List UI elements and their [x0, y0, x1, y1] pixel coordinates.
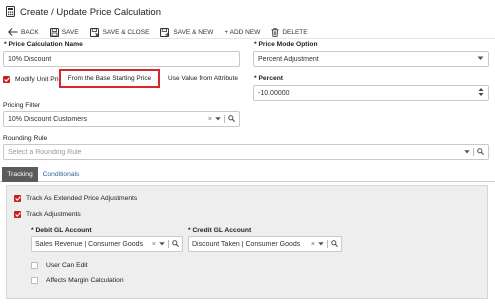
save-label: SAVE — [61, 28, 79, 36]
save-close-label: SAVE & CLOSE — [102, 28, 150, 36]
save-new-label: SAVE & NEW — [173, 28, 214, 36]
credit-gl-select[interactable]: Discount Taken | Consumer Goods × — [188, 236, 342, 252]
toolbar: BACK SAVE SAVE & CLOSE SAVE & NEW + ADD … — [8, 26, 319, 38]
search-icon[interactable] — [477, 147, 484, 157]
tab-conditionals[interactable]: Conditionals — [41, 167, 81, 182]
delete-label: DELETE — [282, 28, 308, 36]
chevron-down-icon[interactable] — [159, 241, 165, 248]
chevron-down-icon[interactable] — [477, 56, 484, 63]
price-calc-name-value: 10% Discount — [8, 55, 52, 63]
pricing-filter-select[interactable]: 10% Discount Customers × — [3, 111, 240, 127]
save-new-icon — [160, 27, 170, 37]
track-adjustments-label: Track Adjustments — [26, 211, 81, 218]
price-mode-select[interactable]: Percent Adjustment — [253, 51, 489, 67]
tab-bar: Tracking Conditionals — [0, 167, 495, 182]
modify-unit-price-checkbox-row[interactable]: Modify Unit Price — [3, 74, 66, 84]
price-mode-label: * Price Mode Option — [254, 41, 318, 48]
affects-margin-checkbox[interactable] — [31, 277, 38, 284]
clear-icon[interactable]: × — [208, 116, 212, 123]
delete-button[interactable]: DELETE — [271, 27, 308, 37]
add-new-button[interactable]: + ADD NEW — [224, 29, 260, 36]
price-mode-value: Percent Adjustment — [258, 55, 319, 63]
search-icon[interactable] — [228, 114, 235, 124]
track-adjustments-row[interactable]: Track Adjustments — [14, 211, 81, 218]
rounding-rule-placeholder: Select a Rounding Rule — [8, 148, 82, 156]
use-attribute-label: Use Value from Attribute — [168, 75, 238, 82]
chevron-down-icon[interactable] — [464, 149, 470, 156]
pricing-filter-label: Pricing Filter — [3, 102, 41, 109]
tab-tracking[interactable]: Tracking — [2, 167, 38, 182]
use-attribute-option[interactable]: Use Value from Attribute — [168, 75, 238, 82]
divider — [224, 115, 225, 123]
percent-label: * Percent — [254, 75, 284, 82]
track-adjustments-checkbox[interactable] — [14, 211, 21, 218]
percent-input[interactable]: -10.00000 — [253, 85, 489, 101]
calculator-icon — [6, 5, 15, 19]
toolbar-divider — [0, 38, 495, 39]
track-ext-price-label: Track As Extended Price Adjustments — [26, 195, 138, 202]
user-can-edit-row[interactable]: User Can Edit — [31, 262, 88, 269]
percent-value: -10.00000 — [258, 89, 290, 97]
track-ext-price-row[interactable]: Track As Extended Price Adjustments — [14, 195, 137, 202]
search-icon[interactable] — [172, 239, 179, 249]
divider — [473, 148, 474, 156]
search-icon[interactable] — [331, 239, 338, 249]
stepper-icon[interactable] — [478, 87, 484, 99]
back-label: BACK — [21, 28, 39, 36]
rounding-rule-select[interactable]: Select a Rounding Rule — [3, 144, 489, 160]
save-close-button[interactable]: SAVE & CLOSE — [89, 27, 150, 37]
divider — [168, 240, 169, 248]
from-base-price-option[interactable]: From the Base Starting Price — [59, 69, 160, 88]
save-new-button[interactable]: SAVE & NEW — [160, 27, 214, 37]
tracking-panel: Track As Extended Price Adjustments Trac… — [6, 185, 488, 299]
page-title: Create / Update Price Calculation — [20, 6, 161, 18]
price-calc-name-input[interactable]: 10% Discount — [3, 51, 240, 67]
user-can-edit-label: User Can Edit — [46, 262, 88, 269]
user-can-edit-checkbox[interactable] — [31, 262, 38, 269]
floppy-icon — [49, 27, 59, 37]
chevron-down-icon[interactable] — [318, 241, 324, 248]
debit-gl-select[interactable]: Sales Revenue | Consumer Goods × — [31, 236, 183, 252]
rounding-rule-label: Rounding Rule — [3, 135, 48, 142]
modify-unit-price-label: Modify Unit Price — [15, 75, 66, 83]
debit-gl-label: * Debit GL Account — [31, 227, 92, 234]
back-button[interactable]: BACK — [8, 28, 39, 36]
track-ext-price-checkbox[interactable] — [14, 195, 21, 202]
divider — [327, 240, 328, 248]
back-arrow-icon — [8, 28, 18, 36]
from-base-price-label: From the Base Starting Price — [67, 75, 152, 82]
affects-margin-row[interactable]: Affects Margin Calculation — [31, 277, 124, 284]
affects-margin-label: Affects Margin Calculation — [46, 277, 124, 284]
page-header: Create / Update Price Calculation — [6, 4, 161, 20]
add-new-label: + ADD NEW — [224, 28, 261, 36]
clear-icon[interactable]: × — [152, 241, 156, 248]
debit-gl-value: Sales Revenue | Consumer Goods — [35, 240, 144, 248]
chevron-down-icon[interactable] — [215, 116, 221, 123]
modify-unit-price-checkbox[interactable] — [3, 75, 10, 83]
price-calc-name-label: * Price Calculation Name — [4, 41, 83, 48]
save-button[interactable]: SAVE — [49, 27, 79, 37]
trash-icon — [271, 27, 279, 37]
credit-gl-label: * Credit GL Account — [188, 227, 252, 234]
clear-icon[interactable]: × — [311, 241, 315, 248]
pricing-filter-value: 10% Discount Customers — [8, 115, 87, 123]
save-close-icon — [89, 27, 100, 37]
credit-gl-value: Discount Taken | Consumer Goods — [192, 240, 301, 248]
